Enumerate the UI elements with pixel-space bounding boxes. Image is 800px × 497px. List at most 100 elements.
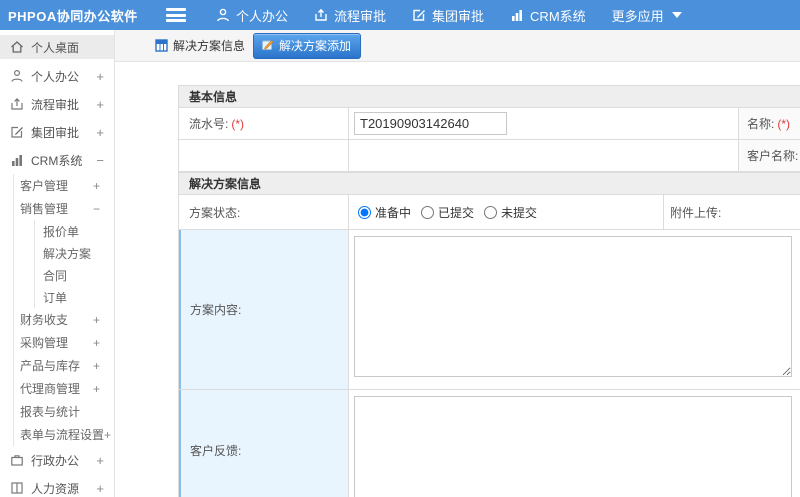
sidebar-item-order[interactable]: 订单 bbox=[35, 286, 114, 308]
share-up-icon bbox=[314, 8, 328, 22]
content-textarea-cell bbox=[348, 230, 800, 389]
required-marker: (*) bbox=[231, 116, 245, 131]
expand-indicator[interactable]: + bbox=[96, 69, 104, 84]
sidebar-item-group-approval[interactable]: 集团审批 + bbox=[0, 118, 114, 146]
form-row-content: 方案内容: bbox=[178, 230, 800, 390]
sidebar-item-label: 个人办公 bbox=[31, 69, 80, 84]
nav-label: CRM系统 bbox=[530, 8, 586, 24]
radio-not-submitted-input[interactable] bbox=[484, 205, 498, 219]
expand-indicator[interactable]: + bbox=[96, 97, 104, 112]
tab-solution-add[interactable]: 解决方案添加 bbox=[253, 32, 362, 59]
sidebar-item-personal-office[interactable]: 个人办公 + bbox=[0, 62, 114, 90]
expand-indicator[interactable]: + bbox=[93, 179, 100, 193]
radio-submitted-input[interactable] bbox=[421, 205, 435, 219]
crm-submenu: 客户管理 + 销售管理 − 报价单 解决方案 合同 订单 财务收支 + 采购管理… bbox=[13, 174, 114, 446]
sidebar-item-sales-mgmt[interactable]: 销售管理 − bbox=[14, 197, 114, 220]
radio-submitted[interactable]: 已提交 bbox=[421, 204, 474, 221]
sidebar-item-label: 集团审批 bbox=[31, 125, 80, 140]
sidebar-item-quotation[interactable]: 报价单 bbox=[35, 220, 114, 242]
bar-chart-icon bbox=[10, 153, 24, 167]
collapse-indicator[interactable]: − bbox=[93, 202, 100, 216]
expand-indicator[interactable]: + bbox=[104, 428, 111, 442]
sidebar-item-label: 产品与库存 bbox=[20, 359, 81, 373]
nav-process-approval[interactable]: 流程审批 bbox=[314, 6, 386, 25]
expand-indicator[interactable]: + bbox=[93, 359, 100, 373]
table-icon bbox=[155, 38, 169, 53]
status-radio-cell: 准备中 已提交 未提交 bbox=[348, 195, 664, 229]
nav-label: 个人办公 bbox=[236, 8, 289, 24]
radio-preparing-input[interactable] bbox=[358, 205, 371, 219]
sidebar-item-crm[interactable]: CRM系统 − bbox=[0, 146, 114, 174]
nav-more-apps[interactable]: 更多应用 bbox=[612, 6, 682, 25]
feedback-textarea[interactable] bbox=[354, 396, 792, 497]
sidebar-item-customer-mgmt[interactable]: 客户管理 + bbox=[14, 174, 114, 197]
form-row-feedback: 客户反馈: bbox=[178, 390, 800, 497]
content-textarea[interactable] bbox=[354, 236, 792, 377]
expand-indicator[interactable]: + bbox=[96, 453, 104, 468]
share-up-icon bbox=[10, 97, 24, 111]
sidebar-item-form-flow-settings[interactable]: 表单与流程设置 + bbox=[14, 423, 114, 446]
sidebar-item-label: 解决方案 bbox=[43, 246, 92, 261]
nav-crm-system[interactable]: CRM系统 bbox=[510, 6, 586, 25]
sidebar-item-finance[interactable]: 财务收支 + bbox=[14, 308, 114, 331]
pencil-icon bbox=[261, 38, 275, 52]
sidebar-item-purchase[interactable]: 采购管理 + bbox=[14, 331, 114, 354]
expand-indicator[interactable]: + bbox=[96, 481, 104, 496]
sidebar-item-process-approval[interactable]: 流程审批 + bbox=[0, 90, 114, 118]
nav-label: 流程审批 bbox=[334, 8, 387, 24]
nav-personal-office[interactable]: 个人办公 bbox=[216, 6, 288, 25]
top-nav: 个人办公 流程审批 集团审批 CRM系统 更多应用 bbox=[216, 6, 682, 25]
sidebar-item-label: 客户管理 bbox=[20, 179, 69, 193]
sidebar-item-agent-mgmt[interactable]: 代理商管理 + bbox=[14, 377, 114, 400]
edit-square-icon bbox=[10, 125, 24, 139]
customer-name-label: 客户名称: (*) bbox=[739, 140, 800, 171]
sidebar-item-label: 财务收支 bbox=[20, 313, 69, 327]
book-icon bbox=[10, 481, 24, 495]
expand-indicator[interactable]: + bbox=[93, 336, 100, 350]
nav-group-approval[interactable]: 集团审批 bbox=[412, 6, 484, 25]
sidebar-item-label: 订单 bbox=[43, 290, 68, 305]
sidebar-item-label: 报表与统计 bbox=[20, 405, 81, 419]
home-icon bbox=[10, 40, 24, 54]
sidebar-item-desktop[interactable]: 个人桌面 bbox=[0, 35, 114, 59]
radio-preparing[interactable]: 准备中 bbox=[358, 204, 411, 221]
expand-indicator[interactable]: + bbox=[93, 382, 100, 396]
sidebar-item-label: 报价单 bbox=[43, 224, 80, 239]
chevron-down-icon bbox=[671, 12, 682, 18]
nav-label: 更多应用 bbox=[611, 8, 664, 24]
sidebar-item-solution[interactable]: 解决方案 bbox=[35, 242, 114, 264]
sidebar-item-reports[interactable]: 报表与统计 bbox=[14, 400, 114, 423]
sales-submenu: 报价单 解决方案 合同 订单 bbox=[34, 220, 114, 308]
person-icon bbox=[216, 8, 230, 22]
sidebar-item-label: 行政办公 bbox=[31, 453, 80, 468]
name-label: 名称: (*) bbox=[739, 108, 800, 139]
content-label: 方案内容: bbox=[179, 230, 348, 389]
sidebar-item-label: 合同 bbox=[43, 268, 68, 283]
status-label: 方案状态: bbox=[189, 205, 241, 220]
solution-add-form: 基本信息 流水号: (*) 名称: (*) 客户名称: bbox=[178, 85, 800, 497]
collapse-indicator[interactable]: − bbox=[96, 153, 104, 168]
tab-label: 解决方案信息 bbox=[173, 39, 246, 53]
bar-chart-icon bbox=[510, 8, 524, 22]
radio-not-submitted[interactable]: 未提交 bbox=[484, 204, 537, 221]
sidebar-item-label: 个人桌面 bbox=[31, 40, 80, 55]
serial-input[interactable] bbox=[354, 112, 507, 135]
sidebar-item-label: 人力资源 bbox=[31, 481, 80, 496]
tab-solution-info[interactable]: 解决方案信息 bbox=[155, 37, 245, 54]
sidebar-item-label: 流程审批 bbox=[31, 97, 80, 112]
expand-indicator[interactable]: + bbox=[96, 125, 104, 140]
sidebar-item-label: 销售管理 bbox=[20, 202, 69, 216]
nav-label: 集团审批 bbox=[432, 8, 485, 24]
sidebar-item-admin-office[interactable]: 行政办公 + bbox=[0, 446, 114, 474]
expand-indicator[interactable]: + bbox=[93, 313, 100, 327]
sidebar-item-contract[interactable]: 合同 bbox=[35, 264, 114, 286]
sidebar-item-hr[interactable]: 人力资源 + bbox=[0, 474, 114, 497]
sidebar-item-label: CRM系统 bbox=[31, 153, 83, 168]
form-row-customer: 客户名称: (*) bbox=[178, 140, 800, 172]
sidebar-item-product-inventory[interactable]: 产品与库存 + bbox=[14, 354, 114, 377]
hamburger-menu-icon[interactable] bbox=[166, 8, 186, 22]
briefcase-icon bbox=[10, 453, 24, 467]
attachment-upload-label: 附件上传: bbox=[664, 195, 800, 229]
sidebar: 个人桌面 个人办公 + 流程审批 + 集团审批 + CRM系统 − 客户管理 +… bbox=[0, 30, 115, 497]
serial-input-cell bbox=[348, 108, 739, 139]
